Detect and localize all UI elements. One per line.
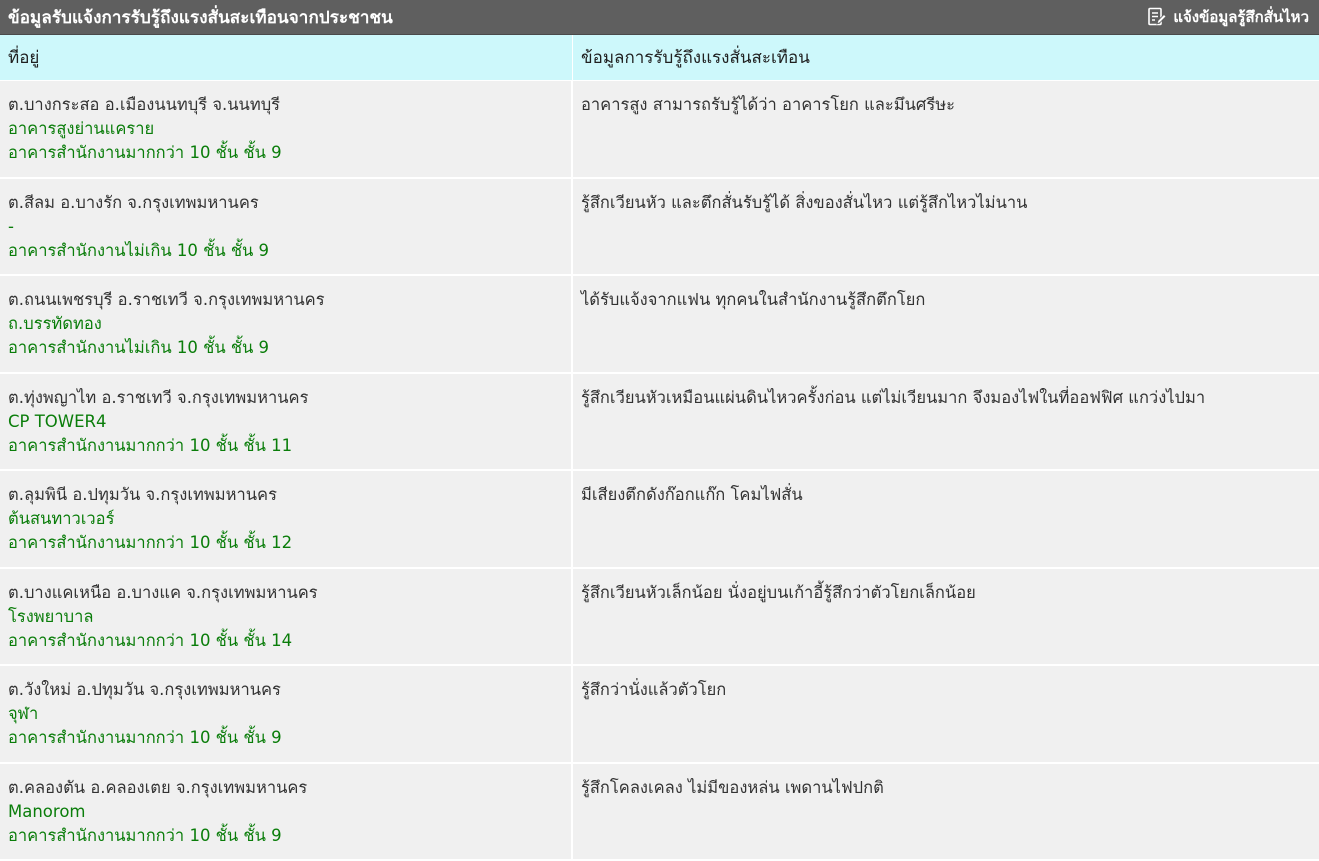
panel-titlebar: ข้อมูลรับแจ้งการรับรู้ถึงแรงสั่นสะเทือนจ… — [0, 0, 1319, 35]
column-header-perception: ข้อมูลการรับรู้ถึงแรงสั่นสะเทือน — [573, 35, 1319, 80]
row-address: ต.ลุมพินี อ.ปทุมวัน จ.กรุงเทพมหานคร — [8, 483, 571, 507]
report-button-label: แจ้งข้อมูลรู้สึกสั่นไหว — [1173, 5, 1309, 29]
perception-cell: รู้สึกเวียนหัว และตึกสั่นรับรู้ได้ สิ่งข… — [573, 179, 1319, 275]
table-row: ต.คลองตัน อ.คลองเตย จ.กรุงเทพมหานคร Mano… — [0, 764, 1319, 861]
row-building-type: อาคารสำนักงานไม่เกิน 10 ชั้น ชั้น 9 — [8, 336, 571, 360]
row-building: CP TOWER4 — [8, 410, 571, 434]
row-address: ต.วังใหม่ อ.ปทุมวัน จ.กรุงเทพมหานคร — [8, 678, 571, 702]
address-cell: ต.บางแคเหนือ อ.บางแค จ.กรุงเทพมหานคร โรง… — [0, 569, 573, 665]
row-building-type: อาคารสำนักงานมากกว่า 10 ชั้น ชั้น 9 — [8, 824, 571, 848]
row-address: ต.คลองตัน อ.คลองเตย จ.กรุงเทพมหานคร — [8, 776, 571, 800]
row-building: ต้นสนทาวเวอร์ — [8, 507, 571, 531]
panel-title: ข้อมูลรับแจ้งการรับรู้ถึงแรงสั่นสะเทือนจ… — [8, 4, 393, 31]
perception-cell: รู้สึกเวียนหัวเล็กน้อย นั่งอยู่บนเก้าอี้… — [573, 569, 1319, 665]
address-cell: ต.ลุมพินี อ.ปทุมวัน จ.กรุงเทพมหานคร ต้นส… — [0, 471, 573, 567]
perception-cell: มีเสียงตึกดังก๊อกแก๊ก โคมไฟสั่น — [573, 471, 1319, 567]
address-cell: ต.ถนนเพชรบุรี อ.ราชเทวี จ.กรุงเทพมหานคร … — [0, 276, 573, 372]
row-building: จุฬา — [8, 702, 571, 726]
table-row: ต.สีลม อ.บางรัก จ.กรุงเทพมหานคร - อาคารส… — [0, 179, 1319, 277]
row-building: อาคารสูงย่านแคราย — [8, 117, 571, 141]
perception-cell: ได้รับแจ้งจากแฟน ทุกคนในสำนักงานรู้สึกตึ… — [573, 276, 1319, 372]
row-building-type: อาคารสำนักงานมากกว่า 10 ชั้น ชั้น 11 — [8, 434, 571, 458]
table-row: ต.บางกระสอ อ.เมืองนนทบุรี จ.นนทบุรี อาคา… — [0, 81, 1319, 179]
row-building-type: อาคารสำนักงานมากกว่า 10 ชั้น ชั้น 12 — [8, 531, 571, 555]
row-address: ต.บางกระสอ อ.เมืองนนทบุรี จ.นนทบุรี — [8, 93, 571, 117]
address-cell: ต.สีลม อ.บางรัก จ.กรุงเทพมหานคร - อาคารส… — [0, 179, 573, 275]
column-header-address: ที่อยู่ — [0, 35, 573, 80]
row-description: รู้สึกเวียนหัวเหมือนแผ่นดินไหวครั้งก่อน … — [581, 386, 1319, 410]
report-table-body: ต.บางกระสอ อ.เมืองนนทบุรี จ.นนทบุรี อาคา… — [0, 81, 1319, 861]
perception-cell: รู้สึกโคลงเคลง ไม่มีของหล่น เพดานไฟปกติ — [573, 764, 1319, 860]
row-address: ต.บางแคเหนือ อ.บางแค จ.กรุงเทพมหานคร — [8, 581, 571, 605]
row-description: รู้สึกเวียนหัว และตึกสั่นรับรู้ได้ สิ่งข… — [581, 191, 1319, 215]
table-row: ต.ถนนเพชรบุรี อ.ราชเทวี จ.กรุงเทพมหานคร … — [0, 276, 1319, 374]
row-building: Manorom — [8, 800, 571, 824]
perception-cell: รู้สึกว่านั่งแล้วตัวโยก — [573, 666, 1319, 762]
perception-cell: รู้สึกเวียนหัวเหมือนแผ่นดินไหวครั้งก่อน … — [573, 374, 1319, 470]
row-description: ได้รับแจ้งจากแฟน ทุกคนในสำนักงานรู้สึกตึ… — [581, 288, 1319, 312]
row-building-type: อาคารสำนักงานไม่เกิน 10 ชั้น ชั้น 9 — [8, 239, 571, 263]
row-building-type: อาคารสำนักงานมากกว่า 10 ชั้น ชั้น 9 — [8, 141, 571, 165]
row-address: ต.สีลม อ.บางรัก จ.กรุงเทพมหานคร — [8, 191, 571, 215]
perception-cell: อาคารสูง สามารถรับรู้ได้ว่า อาคารโยก และ… — [573, 81, 1319, 177]
address-cell: ต.คลองตัน อ.คลองเตย จ.กรุงเทพมหานคร Mano… — [0, 764, 573, 860]
table-row: ต.วังใหม่ อ.ปทุมวัน จ.กรุงเทพมหานคร จุฬา… — [0, 666, 1319, 764]
edit-document-icon — [1147, 7, 1167, 27]
row-description: อาคารสูง สามารถรับรู้ได้ว่า อาคารโยก และ… — [581, 93, 1319, 117]
row-address: ต.ถนนเพชรบุรี อ.ราชเทวี จ.กรุงเทพมหานคร — [8, 288, 571, 312]
row-building: - — [8, 215, 571, 239]
table-row: ต.ลุมพินี อ.ปทุมวัน จ.กรุงเทพมหานคร ต้นส… — [0, 471, 1319, 569]
row-building-type: อาคารสำนักงานมากกว่า 10 ชั้น ชั้น 9 — [8, 726, 571, 750]
address-cell: ต.วังใหม่ อ.ปทุมวัน จ.กรุงเทพมหานคร จุฬา… — [0, 666, 573, 762]
table-row: ต.ทุ่งพญาไท อ.ราชเทวี จ.กรุงเทพมหานคร CP… — [0, 374, 1319, 472]
table-header: ที่อยู่ ข้อมูลการรับรู้ถึงแรงสั่นสะเทือน — [0, 35, 1319, 81]
row-building: ถ.บรรทัดทอง — [8, 312, 571, 336]
row-building-type: อาคารสำนักงานมากกว่า 10 ชั้น ชั้น 14 — [8, 629, 571, 653]
table-row: ต.บางแคเหนือ อ.บางแค จ.กรุงเทพมหานคร โรง… — [0, 569, 1319, 667]
report-felt-quake-button[interactable]: แจ้งข้อมูลรู้สึกสั่นไหว — [1147, 5, 1309, 29]
quake-report-panel: ข้อมูลรับแจ้งการรับรู้ถึงแรงสั่นสะเทือนจ… — [0, 0, 1319, 861]
row-description: รู้สึกเวียนหัวเล็กน้อย นั่งอยู่บนเก้าอี้… — [581, 581, 1319, 605]
row-description: รู้สึกว่านั่งแล้วตัวโยก — [581, 678, 1319, 702]
address-cell: ต.บางกระสอ อ.เมืองนนทบุรี จ.นนทบุรี อาคา… — [0, 81, 573, 177]
address-cell: ต.ทุ่งพญาไท อ.ราชเทวี จ.กรุงเทพมหานคร CP… — [0, 374, 573, 470]
row-address: ต.ทุ่งพญาไท อ.ราชเทวี จ.กรุงเทพมหานคร — [8, 386, 571, 410]
row-building: โรงพยาบาล — [8, 605, 571, 629]
row-description: รู้สึกโคลงเคลง ไม่มีของหล่น เพดานไฟปกติ — [581, 776, 1319, 800]
row-description: มีเสียงตึกดังก๊อกแก๊ก โคมไฟสั่น — [581, 483, 1319, 507]
